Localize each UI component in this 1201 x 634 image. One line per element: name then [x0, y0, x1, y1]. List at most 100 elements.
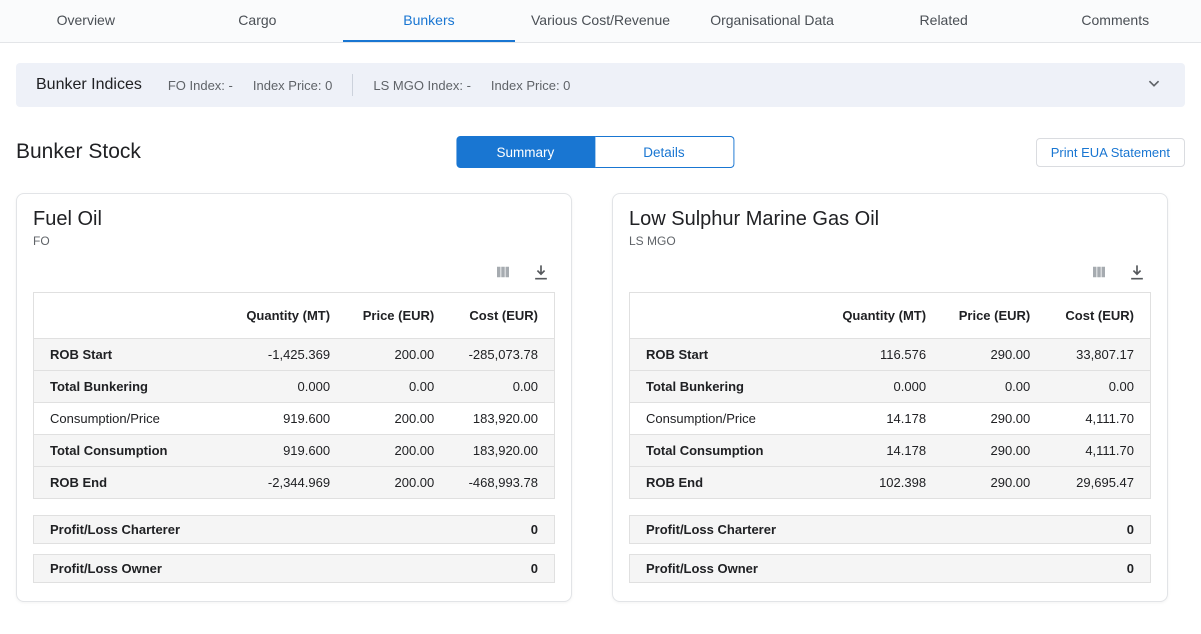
quantity-cell: 919.600 — [205, 435, 346, 467]
price-cell: 200.00 — [346, 435, 450, 467]
price-cell: 200.00 — [346, 467, 450, 499]
table-row: Total Bunkering 0.000 0.00 0.00 — [630, 371, 1151, 403]
corner-header — [34, 293, 206, 339]
row-label: ROB Start — [34, 339, 206, 371]
tab-comments[interactable]: Comments — [1029, 0, 1201, 42]
card-toolbar — [629, 262, 1147, 282]
price-cell: 290.00 — [942, 467, 1046, 499]
quantity-cell: -2,344.969 — [205, 467, 346, 499]
fuel-oil-card: Fuel Oil FO Quantity (MT) Price (EUR) — [16, 193, 572, 602]
tab-organisational-data[interactable]: Organisational Data — [686, 0, 858, 42]
details-toggle-button[interactable]: Details — [595, 136, 734, 168]
cost-header: Cost (EUR) — [450, 293, 554, 339]
profit-loss-label: Profit/Loss Charterer — [646, 522, 776, 537]
row-label: ROB Start — [630, 339, 802, 371]
quantity-header: Quantity (MT) — [801, 293, 942, 339]
quantity-cell: 0.000 — [801, 371, 942, 403]
corner-header — [630, 293, 802, 339]
cost-cell: 33,807.17 — [1046, 339, 1150, 371]
tab-overview[interactable]: Overview — [0, 0, 172, 42]
profit-loss-label: Profit/Loss Charterer — [50, 522, 180, 537]
table-row: ROB Start 116.576 290.00 33,807.17 — [630, 339, 1151, 371]
fo-index-price-value: Index Price: 0 — [253, 78, 333, 93]
lsmgo-index-price-value: Index Price: 0 — [491, 78, 571, 93]
download-icon[interactable] — [1127, 262, 1147, 282]
row-label: Total Bunkering — [34, 371, 206, 403]
cost-cell: 4,111.70 — [1046, 435, 1150, 467]
row-label: Total Bunkering — [630, 371, 802, 403]
table-row: Consumption/Price 14.178 290.00 4,111.70 — [630, 403, 1151, 435]
cost-cell: 0.00 — [450, 371, 554, 403]
row-label: Total Consumption — [34, 435, 206, 467]
table-row: ROB End 102.398 290.00 29,695.47 — [630, 467, 1151, 499]
card-title: Fuel Oil — [33, 208, 555, 231]
cost-cell: 183,920.00 — [450, 435, 554, 467]
chevron-down-icon — [1143, 72, 1165, 99]
profit-loss-value: 0 — [1127, 522, 1134, 537]
quantity-cell: 0.000 — [205, 371, 346, 403]
top-tab-bar: Overview Cargo Bunkers Various Cost/Reve… — [0, 0, 1201, 43]
price-cell: 0.00 — [346, 371, 450, 403]
summary-toggle-button[interactable]: Summary — [456, 136, 595, 168]
profit-loss-owner-row: Profit/Loss Owner 0 — [33, 554, 555, 583]
column-view-icon[interactable] — [493, 263, 513, 281]
row-label: Consumption/Price — [630, 403, 802, 435]
row-label: ROB End — [34, 467, 206, 499]
quantity-cell: 102.398 — [801, 467, 942, 499]
table-row: ROB Start -1,425.369 200.00 -285,073.78 — [34, 339, 555, 371]
table-row: Total Bunkering 0.000 0.00 0.00 — [34, 371, 555, 403]
cost-cell: 29,695.47 — [1046, 467, 1150, 499]
summary-details-toggle: Summary Details — [456, 136, 734, 168]
quantity-header: Quantity (MT) — [205, 293, 346, 339]
row-label: ROB End — [630, 467, 802, 499]
price-cell: 200.00 — [346, 403, 450, 435]
cost-cell: 0.00 — [1046, 371, 1150, 403]
ls-mgo-card: Low Sulphur Marine Gas Oil LS MGO Quanti… — [612, 193, 1168, 602]
row-label: Total Consumption — [630, 435, 802, 467]
profit-loss-charterer-row: Profit/Loss Charterer 0 — [629, 515, 1151, 544]
price-cell: 200.00 — [346, 339, 450, 371]
bunker-cards: Fuel Oil FO Quantity (MT) Price (EUR) — [16, 193, 1185, 602]
profit-loss-value: 0 — [531, 522, 538, 537]
quantity-cell: 116.576 — [801, 339, 942, 371]
bunker-table: Quantity (MT) Price (EUR) Cost (EUR) ROB… — [33, 292, 555, 499]
quantity-cell: 14.178 — [801, 435, 942, 467]
table-header-row: Quantity (MT) Price (EUR) Cost (EUR) — [630, 293, 1151, 339]
card-subtitle: LS MGO — [629, 234, 1151, 248]
table-row: ROB End -2,344.969 200.00 -468,993.78 — [34, 467, 555, 499]
tab-various-cost-revenue[interactable]: Various Cost/Revenue — [515, 0, 687, 42]
price-cell: 0.00 — [942, 371, 1046, 403]
profit-loss-label: Profit/Loss Owner — [646, 561, 758, 576]
page-title: Bunker Stock — [16, 140, 141, 164]
price-header: Price (EUR) — [346, 293, 450, 339]
price-header: Price (EUR) — [942, 293, 1046, 339]
profit-loss-value: 0 — [531, 561, 538, 576]
table-row: Total Consumption 14.178 290.00 4,111.70 — [630, 435, 1151, 467]
profit-loss-owner-row: Profit/Loss Owner 0 — [629, 554, 1151, 583]
table-header-row: Quantity (MT) Price (EUR) Cost (EUR) — [34, 293, 555, 339]
quantity-cell: 14.178 — [801, 403, 942, 435]
profit-loss-label: Profit/Loss Owner — [50, 561, 162, 576]
card-subtitle: FO — [33, 234, 555, 248]
print-eua-statement-button[interactable]: Print EUA Statement — [1036, 138, 1185, 167]
indices-divider — [352, 74, 353, 96]
download-icon[interactable] — [531, 262, 551, 282]
bunker-indices-panel: Bunker Indices FO Index: - Index Price: … — [16, 63, 1185, 107]
cost-cell: 4,111.70 — [1046, 403, 1150, 435]
tab-related[interactable]: Related — [858, 0, 1030, 42]
indices-collapse-toggle[interactable] — [1143, 72, 1165, 99]
lsmgo-index-value: LS MGO Index: - — [373, 78, 471, 93]
column-view-icon[interactable] — [1089, 263, 1109, 281]
tab-bunkers[interactable]: Bunkers — [343, 0, 515, 42]
price-cell: 290.00 — [942, 403, 1046, 435]
bunker-indices-title: Bunker Indices — [36, 76, 142, 94]
bunker-table: Quantity (MT) Price (EUR) Cost (EUR) ROB… — [629, 292, 1151, 499]
row-label: Consumption/Price — [34, 403, 206, 435]
profit-loss-charterer-row: Profit/Loss Charterer 0 — [33, 515, 555, 544]
tab-cargo[interactable]: Cargo — [172, 0, 344, 42]
cost-cell: -285,073.78 — [450, 339, 554, 371]
card-toolbar — [33, 262, 551, 282]
price-cell: 290.00 — [942, 435, 1046, 467]
table-row: Consumption/Price 919.600 200.00 183,920… — [34, 403, 555, 435]
bunker-stock-header: Bunker Stock Summary Details Print EUA S… — [16, 135, 1185, 169]
